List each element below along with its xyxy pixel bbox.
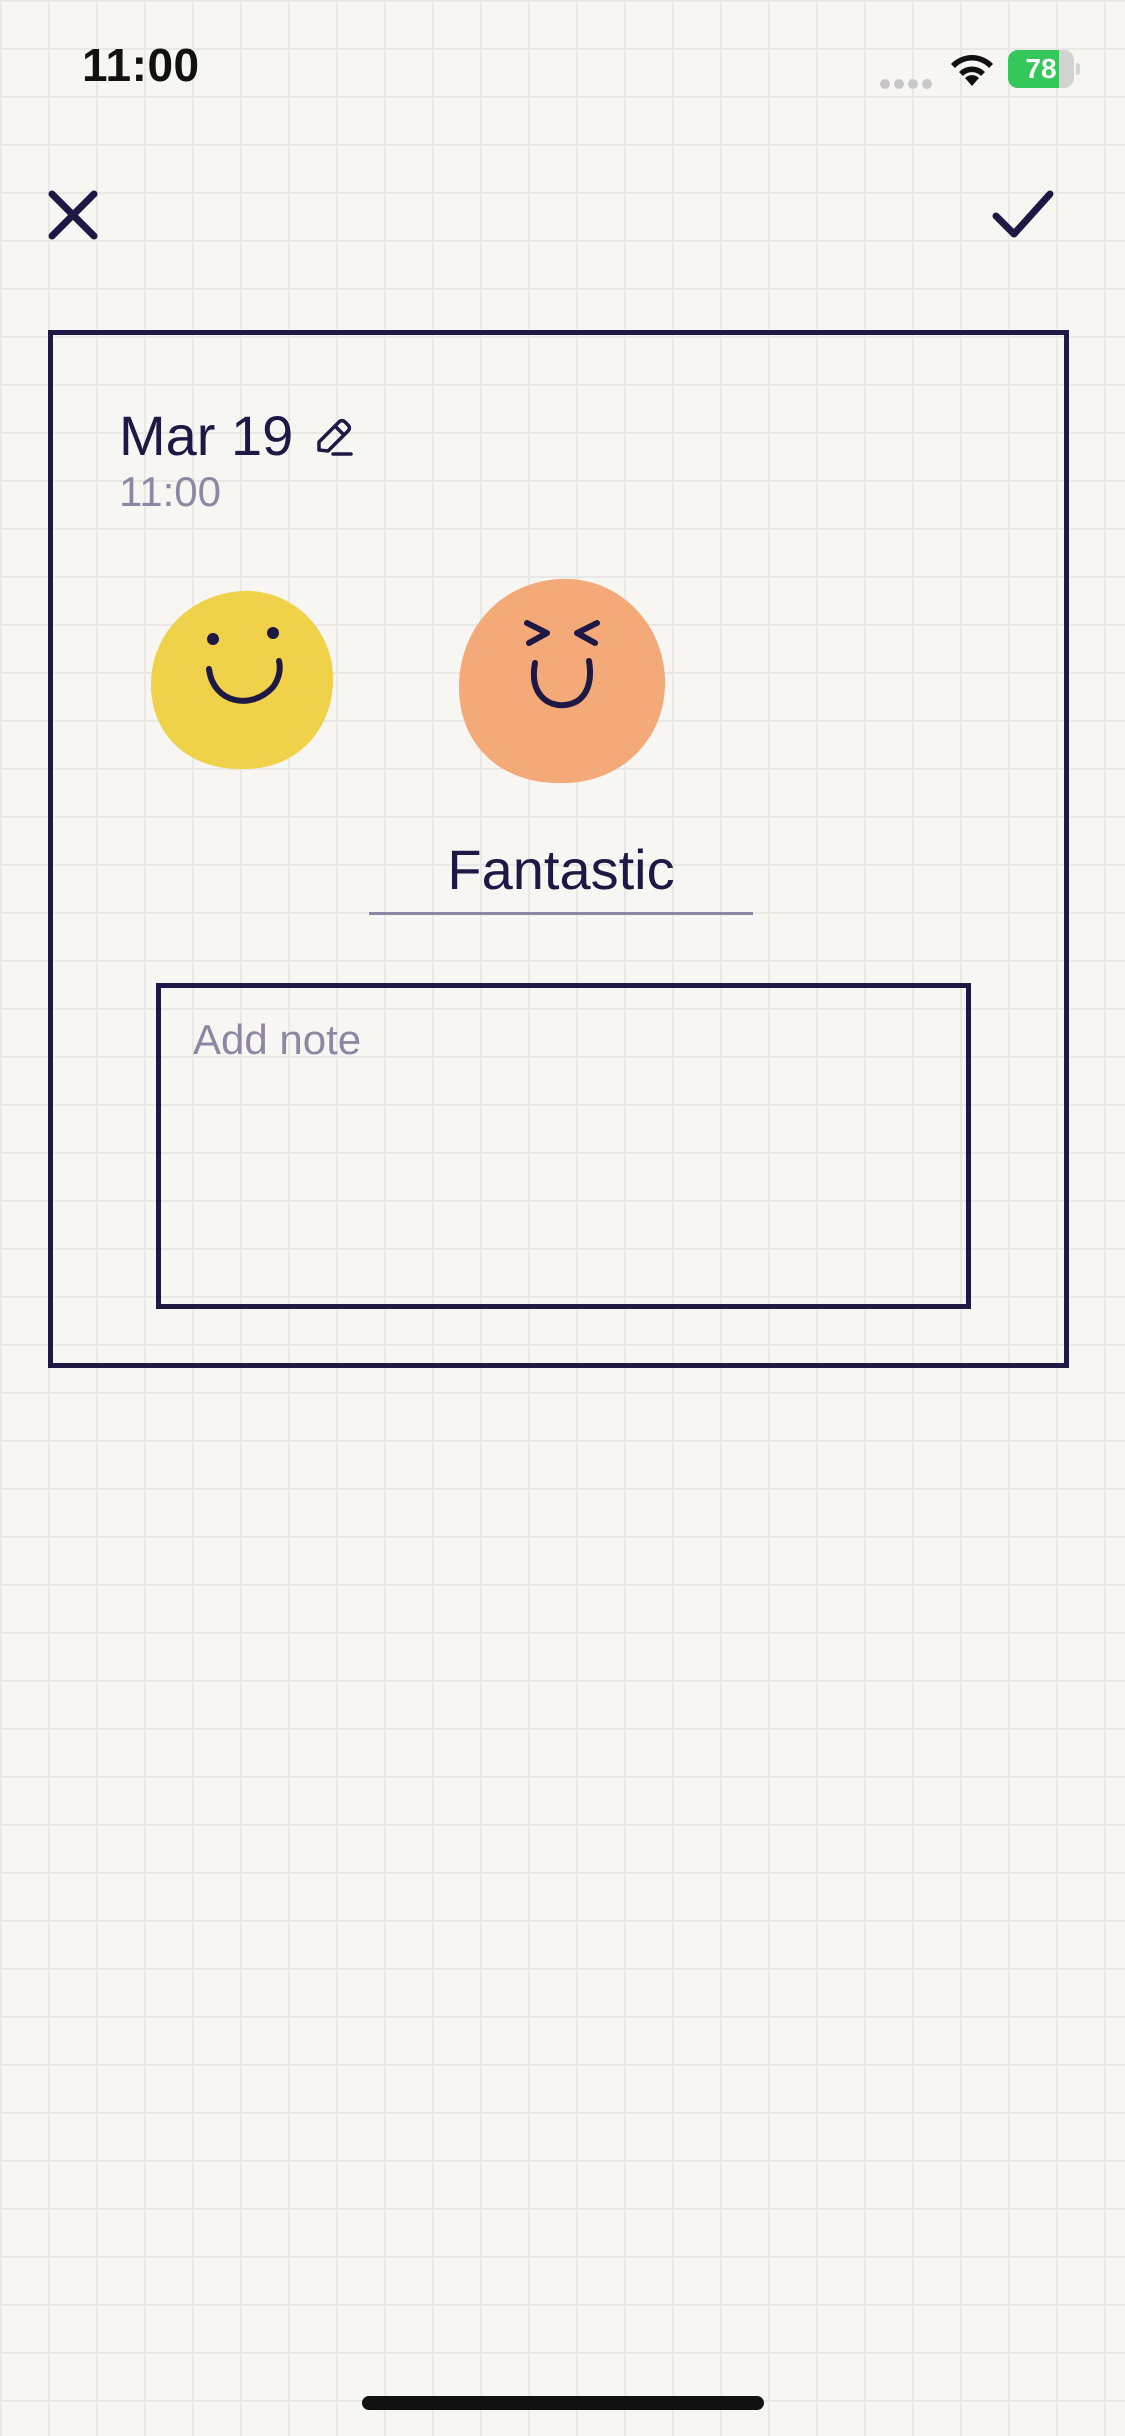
status-time: 11:00 bbox=[82, 39, 200, 91]
close-icon bbox=[48, 190, 98, 240]
battery-percent: 78 bbox=[1025, 53, 1057, 84]
mood-option-fantastic[interactable] bbox=[457, 577, 667, 785]
note-input[interactable]: Add note bbox=[156, 983, 971, 1309]
entry-date: Mar 19 bbox=[119, 404, 294, 467]
confirm-button[interactable] bbox=[988, 180, 1058, 250]
home-indicator[interactable] bbox=[362, 2396, 764, 2410]
good-mood-face-icon bbox=[151, 590, 334, 770]
date-selector[interactable]: Mar 19 bbox=[119, 403, 355, 468]
pencil-icon[interactable] bbox=[313, 414, 355, 458]
cellular-signal-icon bbox=[880, 76, 936, 89]
status-bar: 11:00 78 bbox=[0, 0, 1125, 140]
mood-option-good[interactable] bbox=[149, 587, 335, 773]
mood-entry-card: Mar 19 11:00 Fantastic Add note bbox=[48, 330, 1069, 1368]
entry-time[interactable]: 11:00 bbox=[119, 468, 221, 516]
note-placeholder: Add note bbox=[193, 1016, 362, 1063]
selected-mood-label[interactable]: Fantastic bbox=[369, 837, 753, 915]
close-button[interactable] bbox=[38, 180, 108, 250]
checkmark-icon bbox=[992, 190, 1054, 238]
battery-icon: 78 bbox=[1008, 50, 1080, 88]
wifi-icon bbox=[951, 55, 993, 86]
fantastic-mood-face-icon bbox=[459, 578, 666, 784]
